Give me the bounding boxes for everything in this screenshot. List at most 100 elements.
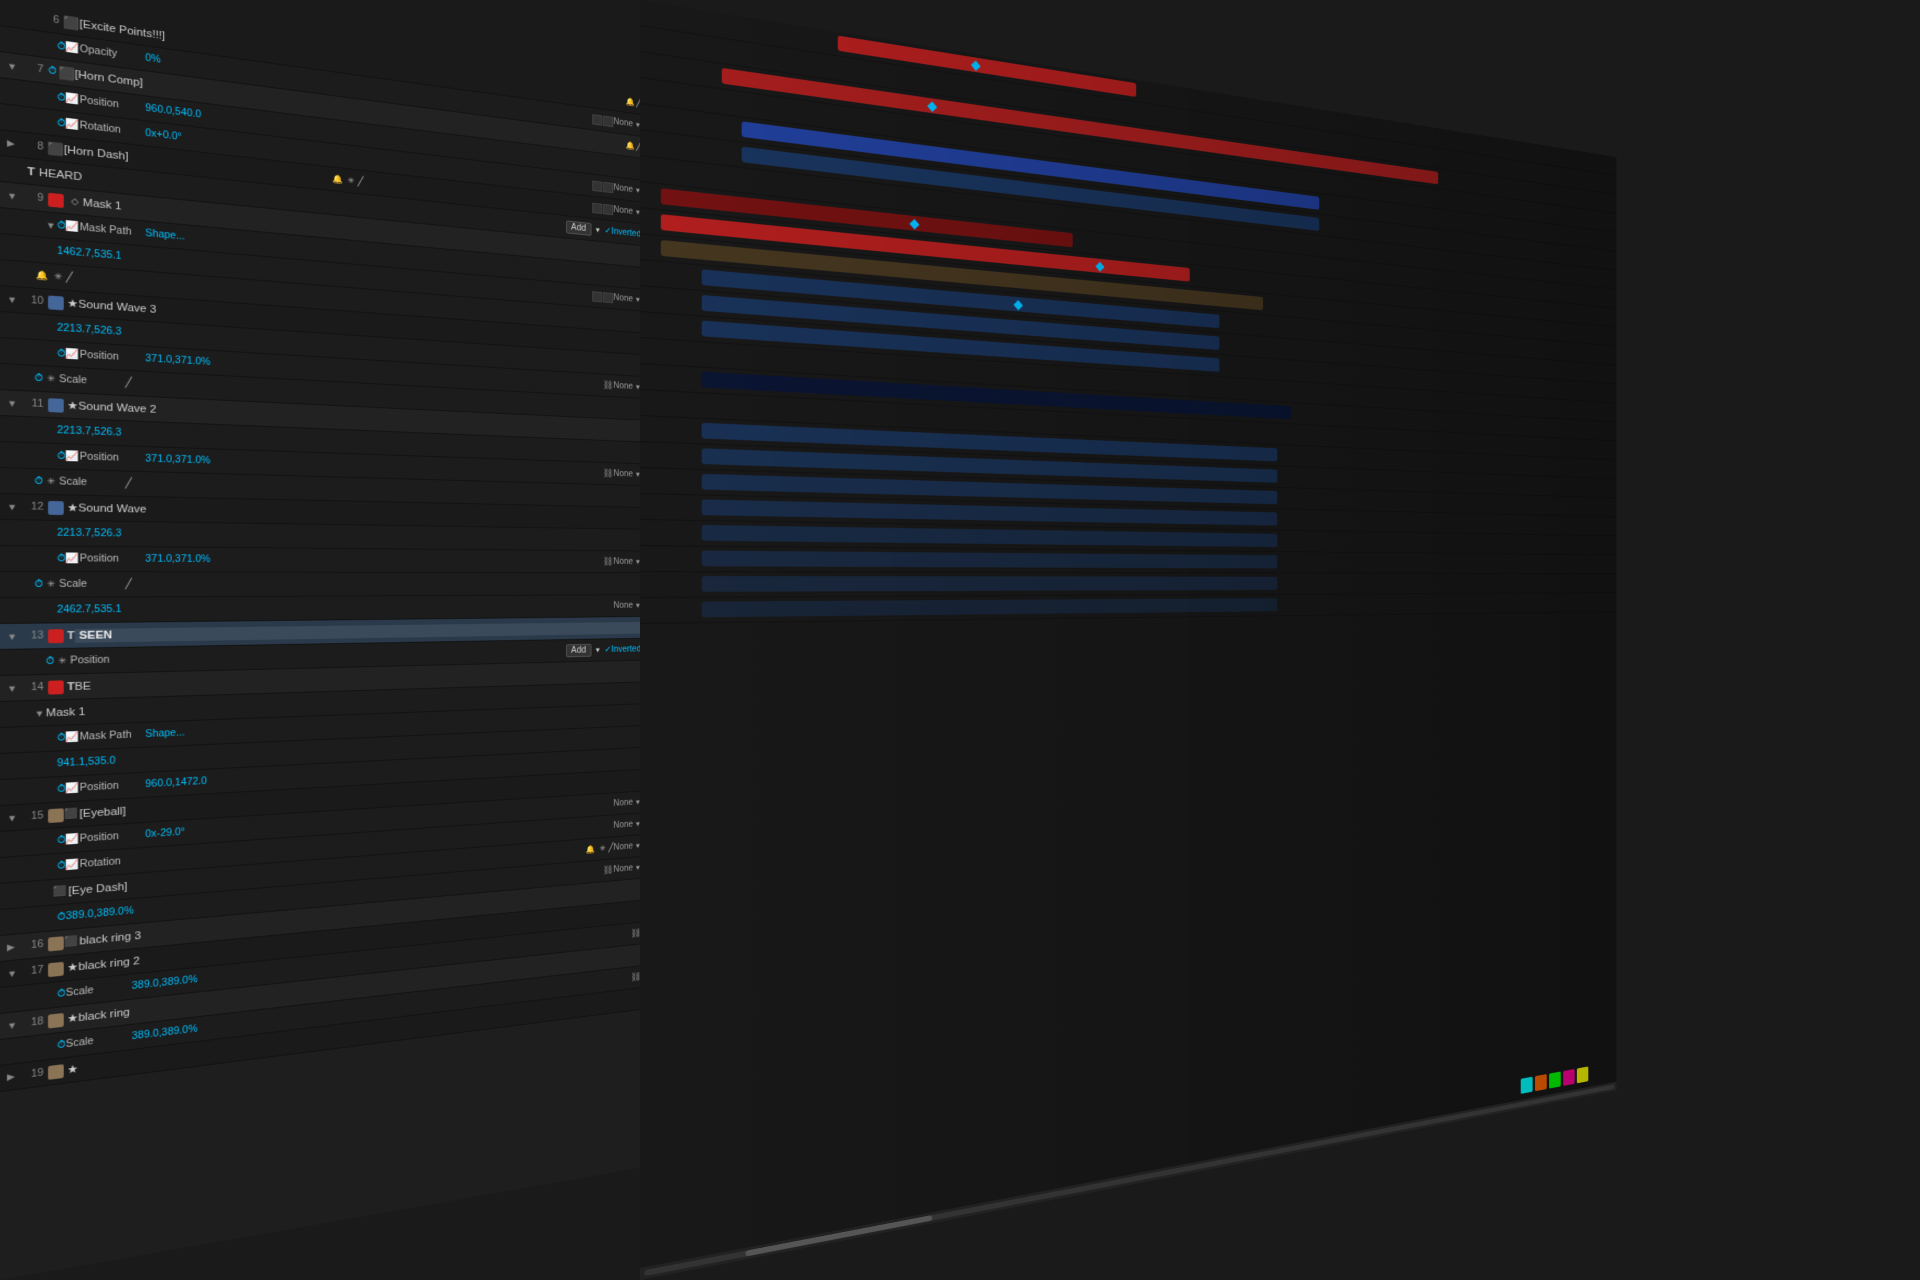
- none-dropdown[interactable]: None ▼: [613, 557, 641, 566]
- add-button[interactable]: Add: [566, 644, 591, 657]
- track-bar[interactable]: [702, 598, 1278, 617]
- prop-value[interactable]: 389.0,389.0%: [66, 902, 175, 922]
- expand-arrow[interactable]: ▼: [7, 294, 18, 305]
- stopwatch-icon: ⏱: [57, 451, 66, 462]
- prop-label: Scale: [66, 981, 132, 999]
- prop-value[interactable]: 2213.7,526.3: [57, 528, 166, 540]
- curve-icon: ╱: [125, 378, 132, 389]
- prop-row: ⏱ ✳ Scale ╱: [0, 572, 641, 598]
- comp-icon: ⬛: [48, 141, 64, 157]
- expand-arrow[interactable]: ▼: [7, 502, 18, 512]
- stopwatch-icon: ⏱: [46, 656, 55, 667]
- chain-icon: ⛓: [603, 380, 614, 390]
- audio-icon: 🔔: [331, 172, 345, 186]
- expand-arrow[interactable]: ▼: [7, 1019, 18, 1030]
- prop-value[interactable]: 2213.7,526.3: [57, 425, 166, 440]
- expand-arrow[interactable]: ▼: [7, 190, 18, 201]
- prop-value[interactable]: 0x-29.0°: [145, 823, 250, 840]
- chain-icon: ⛓: [603, 865, 614, 875]
- prop-value[interactable]: 2213.7,526.3: [57, 323, 166, 341]
- prop-label: Scale: [59, 477, 125, 489]
- track-bar[interactable]: [702, 551, 1278, 569]
- comp-icon: ⬛: [64, 807, 80, 822]
- audio-icon: 🔔: [625, 95, 636, 108]
- add-dropdown[interactable]: ▼: [594, 646, 601, 654]
- layer-number: 10: [18, 294, 43, 307]
- track-bar[interactable]: [702, 576, 1278, 592]
- stopwatch-icon: ⏱: [57, 118, 66, 130]
- shape-value[interactable]: Shape...: [145, 228, 185, 242]
- swatch: [1577, 1066, 1588, 1083]
- star-icon: ★: [67, 399, 78, 412]
- stopwatch-icon: ⏱: [57, 1039, 66, 1051]
- curve-icon: ╱: [125, 579, 132, 590]
- prop-label: Position: [80, 452, 146, 465]
- prop-value[interactable]: 371.0,371.0%: [145, 354, 250, 370]
- stopwatch-icon: ⏱: [57, 732, 66, 743]
- none-dropdown[interactable]: None ▼: [613, 117, 641, 130]
- expand-arrow[interactable]: ▼: [7, 812, 18, 823]
- prop-label: Scale: [59, 374, 125, 388]
- layer-number: 11: [18, 398, 43, 410]
- expand-arrow[interactable]: ▼: [34, 708, 45, 718]
- star-icon: ★: [67, 960, 78, 974]
- star-icon: ★: [67, 501, 78, 514]
- inverted-label: Inverted: [611, 227, 641, 239]
- add-dropdown[interactable]: ▼: [594, 226, 601, 234]
- add-button[interactable]: Add: [566, 220, 591, 235]
- audio-icon: 🔔: [585, 843, 597, 856]
- prop-value[interactable]: 941.1,535.0: [57, 753, 166, 769]
- none-dropdown[interactable]: None ▼: [613, 601, 641, 610]
- prop-label: Position: [80, 779, 146, 793]
- stopwatch-icon: ⏱: [57, 988, 66, 1000]
- none-dropdown[interactable]: None ▼: [613, 841, 641, 852]
- prop-value[interactable]: 1462.7,535.1: [57, 246, 166, 266]
- stopwatch-icon: ⏱: [57, 860, 66, 871]
- graph-icon: 📈: [66, 349, 80, 361]
- stopwatch-icon: ⏱: [57, 220, 66, 232]
- rotation-label: Rotation: [80, 120, 146, 138]
- prop-label: Position: [80, 95, 146, 114]
- inverted-label: Inverted: [611, 645, 641, 655]
- none-dropdown[interactable]: None ▼: [613, 797, 641, 808]
- stopwatch-icon: ⏱: [34, 579, 43, 590]
- none-dropdown[interactable]: None ▼: [613, 293, 641, 305]
- layer-number: 15: [18, 810, 43, 822]
- shape-value[interactable]: Shape...: [145, 728, 185, 740]
- effects-icon: ✳: [43, 578, 59, 592]
- prop-label: Mask Path: [80, 222, 146, 239]
- none-dropdown[interactable]: None ▼: [613, 205, 641, 217]
- track-row: [640, 593, 1616, 624]
- prop-value[interactable]: 389.0,389.0%: [132, 970, 237, 992]
- expand-arrow[interactable]: ▼: [7, 968, 18, 979]
- expand-arrow[interactable]: ▼: [7, 683, 18, 693]
- expand-arrow[interactable]: ▼: [7, 398, 18, 408]
- prop-value[interactable]: 371.0,371.0%: [145, 554, 250, 565]
- audio-icon: 🔔: [34, 268, 50, 283]
- expand-arrow[interactable]: ▼: [7, 60, 18, 71]
- effects-icon: ✳: [43, 475, 59, 489]
- expand-arrow[interactable]: ▶: [7, 138, 18, 150]
- expand-arrow[interactable]: ▶: [7, 1071, 18, 1083]
- layer-number: [23, 893, 48, 895]
- none-dropdown[interactable]: None ▼: [613, 819, 641, 830]
- layer-color: [48, 1012, 64, 1028]
- effects-icon: ✳: [43, 372, 59, 387]
- expand-arrow[interactable]: ▶: [7, 941, 18, 953]
- layer-number: 9: [18, 191, 43, 204]
- track-bar[interactable]: [702, 525, 1278, 547]
- expand-arrow[interactable]: ▼: [7, 631, 18, 641]
- prop-value[interactable]: 960.0,1472.0: [145, 774, 250, 790]
- none-dropdown[interactable]: None ▼: [613, 863, 641, 875]
- layer-color: [48, 1064, 64, 1080]
- prop-value[interactable]: 2462.7,535.1: [57, 604, 166, 616]
- swatch: [1535, 1074, 1547, 1091]
- none-dropdown[interactable]: None ▼: [613, 469, 641, 479]
- expand-arrow[interactable]: ▼: [46, 220, 57, 231]
- left-panel: 6 ⬛ [Excite Points!!!] 🔔 ╱ ⏱ 📈 Opacity 0…: [0, 0, 641, 1280]
- none-dropdown[interactable]: None ▼: [613, 183, 641, 195]
- star-icon: ★: [67, 1011, 78, 1025]
- none-dropdown[interactable]: None ▼: [613, 381, 641, 392]
- prop-value[interactable]: 371.0,371.0%: [145, 454, 250, 468]
- prop-label: Position: [70, 654, 136, 666]
